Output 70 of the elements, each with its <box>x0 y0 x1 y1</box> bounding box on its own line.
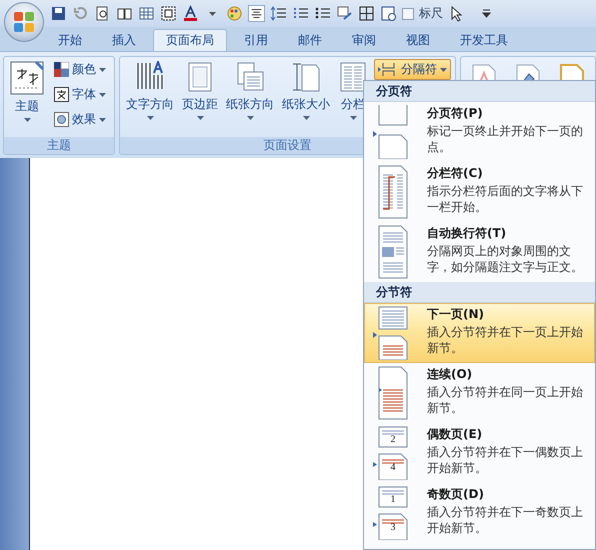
save-icon[interactable] <box>50 5 67 22</box>
orientation-icon <box>235 61 265 93</box>
caret-icon <box>99 68 106 72</box>
page-number: 4 <box>390 462 396 473</box>
ribbon-tab[interactable]: 页面布局 <box>153 29 227 51</box>
ribbon-button[interactable]: 字体 <box>50 84 110 105</box>
menu-item-description: 指示分栏符后面的文字将从下一栏开始。 <box>427 183 584 215</box>
ribbon-tab[interactable]: 审阅 <box>339 29 389 51</box>
menu-item[interactable]: 2 4 偶数页(E) 插入分节符并在下一偶数页上开始新节。 <box>364 423 595 483</box>
menu-item-description: 插入分节符并在同一页上开始新节。 <box>427 384 584 416</box>
borders-icon[interactable] <box>358 5 375 22</box>
text-box-icon[interactable] <box>160 5 177 22</box>
ribbon-button[interactable]: 页边距 <box>180 59 220 122</box>
ribbon-tab[interactable]: 开始 <box>45 29 95 51</box>
page-number: 2 <box>390 434 396 445</box>
caret-icon <box>440 68 447 72</box>
menu-item-description: 插入分节符并在下一偶数页上开始新节。 <box>427 444 584 476</box>
menu-item-title: 分页符(P) <box>427 105 484 122</box>
menu-item[interactable]: 分栏符(C) 指示分栏符后面的文字将从下一栏开始。 <box>364 162 595 222</box>
ribbon-button[interactable]: 分隔符 <box>374 59 451 80</box>
ribbon-button[interactable]: 文字方向 <box>124 59 176 122</box>
ribbon-button[interactable]: 效果 <box>50 109 110 130</box>
ribbon-button[interactable]: 纸张大小 <box>280 59 332 122</box>
menu-item[interactable]: 自动换行符(T) 分隔网页上的对象周围的文字，如分隔题注文字与正文。 <box>364 222 595 282</box>
ribbon-tab[interactable]: 邮件 <box>285 29 335 51</box>
font-color-icon[interactable] <box>182 5 199 22</box>
menu-item-title: 下一页(N) <box>427 306 486 323</box>
ribbon-tab[interactable]: 开发工具 <box>447 29 521 51</box>
menu-item-title: 自动换行符(T) <box>427 225 508 242</box>
align-center-icon[interactable] <box>248 5 265 22</box>
ruler-label: 标尺 <box>419 5 443 22</box>
color-swatch-icon <box>54 62 69 77</box>
caret-icon <box>99 118 106 122</box>
ribbon-tab[interactable]: 视图 <box>393 29 443 51</box>
menu-item-description: 插入分节符并在下一页上开始新节。 <box>427 324 584 356</box>
ribbon-tab[interactable]: 引用 <box>231 29 281 51</box>
menu-section-header: 分节符 <box>364 282 595 303</box>
caret-icon <box>350 116 356 120</box>
menu-item-title: 偶数页(E) <box>427 426 484 443</box>
menu-item[interactable]: 1 3 奇数页(D) 插入分节符并在下一奇数页上开始新节。 <box>364 483 595 543</box>
ribbon-button[interactable]: 纸张方向 <box>224 59 276 122</box>
menu-item[interactable]: 连续(O) 插入分节符并在同一页上开始新节。 <box>364 363 595 423</box>
caret-icon <box>302 116 310 120</box>
menu-item-title: 分栏符(C) <box>427 165 484 182</box>
ribbon-button[interactable]: 主题 <box>8 59 46 124</box>
caret-icon <box>196 116 204 120</box>
ribbon-button[interactable]: 颜色 <box>50 59 110 80</box>
caret-icon <box>246 116 254 120</box>
menu-section-header: 分页符 <box>364 81 595 102</box>
caret-icon <box>99 92 106 96</box>
group-label: 主题 <box>4 137 114 154</box>
theme-icon <box>10 61 44 95</box>
caret-icon <box>24 118 30 122</box>
menu-item-description: 分隔网页上的对象周围的文字，如分隔题注文字与正文。 <box>427 243 584 275</box>
line-spacing-icon[interactable] <box>270 5 287 22</box>
effects-icon <box>54 112 69 127</box>
caret-icon <box>146 116 154 120</box>
font-icon <box>54 87 69 102</box>
palette-icon[interactable] <box>226 5 243 22</box>
menu-item-title: 连续(O) <box>427 366 474 383</box>
menu-item[interactable]: 下一页(N) 插入分节符并在下一页上开始新节。 <box>364 303 595 363</box>
ruler-checkbox[interactable] <box>402 8 414 20</box>
menu-item-title: 奇数页(D) <box>427 486 485 503</box>
ribbon-tab[interactable]: 插入 <box>99 29 149 51</box>
menu-item-description: 插入分节符并在下一奇数页上开始新节。 <box>427 504 584 536</box>
page-number: 1 <box>390 494 396 505</box>
page-number: 3 <box>390 522 396 533</box>
table-icon[interactable] <box>138 5 155 22</box>
page-size-icon <box>291 61 321 93</box>
office-logo-icon <box>13 11 35 33</box>
